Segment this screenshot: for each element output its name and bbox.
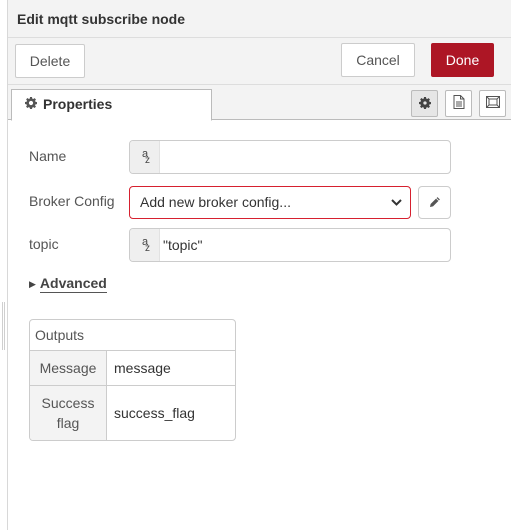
chevron-down-icon: [391, 187, 402, 229]
edit-tray: Edit mqtt subscribe node Delete Cancel D…: [7, 0, 511, 530]
broker-config-select[interactable]: Add new broker config...: [129, 186, 411, 219]
pencil-icon: [429, 195, 441, 211]
tray-title: Edit mqtt subscribe node: [8, 0, 511, 38]
resize-handle[interactable]: [2, 302, 5, 350]
appearance-frame-icon: [485, 95, 501, 112]
output-label: Message: [30, 351, 107, 385]
outputs-table: Outputs Message message Success flag suc…: [29, 319, 236, 441]
tabs-bar: Properties: [8, 85, 511, 121]
tab-properties[interactable]: Properties: [11, 89, 212, 121]
tab-appearance-button[interactable]: [479, 90, 506, 117]
name-label: Name: [29, 148, 67, 164]
caret-right-icon: ▶: [29, 279, 36, 289]
name-input[interactable]: az: [129, 140, 451, 174]
string-type-icon[interactable]: az: [130, 229, 160, 261]
string-type-icon[interactable]: az: [130, 141, 160, 173]
topic-value: "topic": [163, 237, 203, 253]
broker-config-selected: Add new broker config...: [140, 194, 291, 210]
gear-icon: [418, 96, 431, 112]
cancel-button[interactable]: Cancel: [341, 43, 415, 77]
document-icon: [453, 95, 465, 112]
outputs-title: Outputs: [30, 320, 235, 351]
done-button[interactable]: Done: [431, 43, 494, 77]
gear-icon: [25, 97, 38, 112]
tab-description-button[interactable]: [445, 90, 472, 117]
table-row: Success flag success_flag: [30, 386, 235, 440]
delete-button[interactable]: Delete: [15, 44, 85, 78]
tab-settings-button[interactable]: [411, 90, 438, 117]
tab-properties-label: Properties: [43, 96, 113, 112]
edit-broker-button[interactable]: [418, 186, 451, 219]
broker-config-label: Broker Config: [29, 193, 115, 209]
topic-input[interactable]: az "topic": [129, 228, 451, 262]
name-value: [160, 141, 163, 173]
output-value: message: [114, 360, 171, 376]
topic-label: topic: [29, 236, 59, 252]
advanced-label: Advanced: [39, 275, 107, 293]
output-label: Success flag: [30, 386, 107, 440]
tray-toolbar: Delete Cancel Done: [8, 38, 511, 85]
output-value: success_flag: [114, 405, 195, 421]
advanced-toggle[interactable]: ▶ Advanced: [29, 275, 107, 293]
table-row: Message message: [30, 351, 235, 386]
